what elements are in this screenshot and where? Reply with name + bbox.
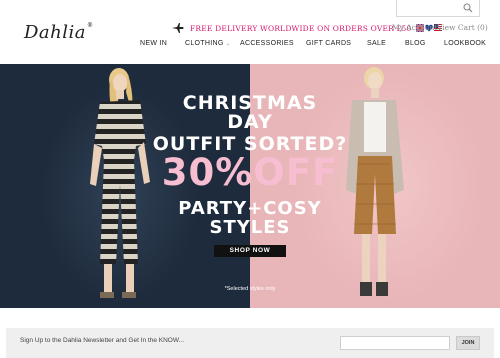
- site-header: Dahlia® FREE DELIVERY WORLDWIDE ON ORDER…: [0, 0, 500, 64]
- nav-item-label: NEW IN: [140, 40, 168, 47]
- newsletter-bar: Sign Up to the Dahlia Newsletter and Get…: [6, 328, 494, 358]
- search-icon[interactable]: [463, 3, 473, 13]
- chevron-down-icon: ⌄: [225, 41, 231, 47]
- newsletter-email-input[interactable]: [340, 336, 450, 350]
- registered-mark: ®: [87, 22, 94, 29]
- nav-item-label: GIFT CARDS: [306, 40, 352, 47]
- hero-discount: 30%OFF: [161, 151, 339, 194]
- nav-item-accessories[interactable]: ACCESSORIES: [240, 40, 294, 47]
- nav-item-new-in[interactable]: NEW IN: [140, 40, 167, 47]
- hero-footnote: *Selected styles only: [224, 286, 276, 292]
- view-cart-link[interactable]: View Cart (0): [437, 23, 488, 32]
- nav-item-clothing[interactable]: CLOTHING ⌄: [185, 40, 231, 47]
- my-account-link[interactable]: My Account: [392, 23, 437, 32]
- nav-item-label: ACCESSORIES: [240, 40, 294, 47]
- nav-item-label: BLOG: [405, 40, 426, 47]
- nav-item-label: SALE: [367, 40, 387, 47]
- airplane-icon: [172, 23, 184, 33]
- nav-item-blog[interactable]: BLOG: [405, 40, 426, 47]
- nav-item-gift-cards[interactable]: GIFT CARDS: [306, 40, 351, 47]
- nav-item-label: LOOKBOOK: [444, 40, 487, 47]
- search-input[interactable]: [396, 0, 480, 17]
- hero-headline-line2: DAY: [227, 111, 273, 133]
- promo-text: FREE DELIVERY WORLDWIDE ON ORDERS OVER £…: [190, 23, 412, 33]
- nav-item-label: CLOTHING: [185, 40, 224, 47]
- nav-item-lookbook[interactable]: LOOKBOOK: [444, 40, 486, 47]
- hero-headline-line5: STYLES: [209, 217, 291, 238]
- nav-item-sale[interactable]: SALE: [367, 40, 386, 47]
- hero-headline-line4: PARTY+COSY: [178, 198, 322, 219]
- main-nav: NEW IN CLOTHING ⌄ ACCESSORIES GIFT CARDS …: [0, 40, 500, 52]
- newsletter-text: Sign Up to the Dahlia Newsletter and Get…: [20, 337, 185, 344]
- shop-now-button[interactable]: SHOP NOW: [214, 245, 286, 257]
- join-button[interactable]: JOIN: [456, 336, 480, 350]
